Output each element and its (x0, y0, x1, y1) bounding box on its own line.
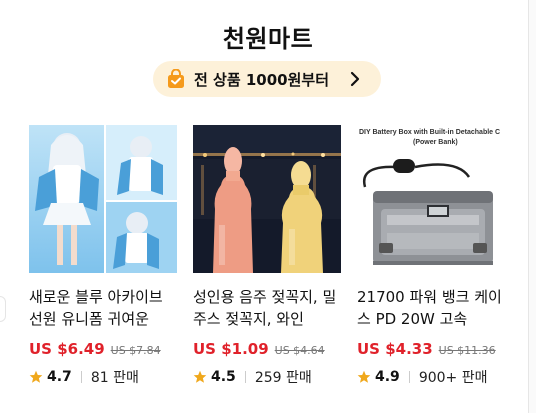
product-price: US $6.49 (29, 340, 105, 358)
product-image-pacifier-bottle[interactable] (193, 125, 341, 273)
product-price: US $4.33 (357, 340, 433, 358)
promo-banner-button[interactable]: 전 상품 1000원부터 (153, 61, 381, 97)
product-rating: 4.5 (211, 369, 236, 385)
product-sold-count: 81 판매 (90, 370, 139, 386)
product-rating: 4.7 (47, 369, 72, 385)
product-card[interactable]: 새로운 블루 아카이브 선원 유니폼 귀여운 US $6.49 US $7.84… (29, 125, 177, 387)
image-caption: DIY Battery Box with Built-in Detachable… (359, 129, 500, 136)
product-name[interactable]: 성인용 음주 젖꼭지, 밀 주스 젖꼭지, 와인 (193, 286, 341, 330)
star-icon (193, 370, 207, 383)
divider (408, 371, 410, 383)
product-original-price: US $4.64 (274, 344, 325, 357)
star-icon (357, 370, 371, 383)
product-name[interactable]: 21700 파워 뱅크 케이스 PD 20W 고속 (357, 286, 505, 330)
section-title: 천원마트 (222, 25, 314, 53)
product-sold-count: 900+ 판매 (418, 370, 488, 386)
divider (80, 371, 82, 383)
page-scrollbar[interactable] (528, 0, 536, 413)
product-original-price: US $7.84 (110, 344, 161, 357)
star-icon (29, 370, 43, 383)
shopping-bag-icon (168, 69, 184, 88)
product-image-anime-figure[interactable] (29, 125, 177, 273)
chevron-right-icon (350, 71, 360, 87)
product-sold-count: 259 판매 (254, 370, 312, 386)
side-tab-handle[interactable] (0, 296, 6, 322)
product-name[interactable]: 새로운 블루 아카이브 선원 유니폼 귀여운 (29, 286, 177, 330)
product-price: US $1.09 (193, 340, 269, 358)
divider (244, 371, 246, 383)
product-original-price: US $11.36 (438, 344, 496, 357)
promo-banner-label: 전 상품 1000원부터 (194, 70, 329, 89)
product-rating: 4.9 (375, 369, 400, 385)
image-caption-sub: (Power Bank) (413, 139, 458, 146)
product-card[interactable]: DIY Battery Box with Built-in Detachable… (357, 125, 505, 387)
product-card[interactable]: 성인용 음주 젖꼭지, 밀 주스 젖꼭지, 와인 US $1.09 US $4.… (193, 125, 341, 387)
product-image-battery-box[interactable]: DIY Battery Box with Built-in Detachable… (357, 125, 505, 273)
